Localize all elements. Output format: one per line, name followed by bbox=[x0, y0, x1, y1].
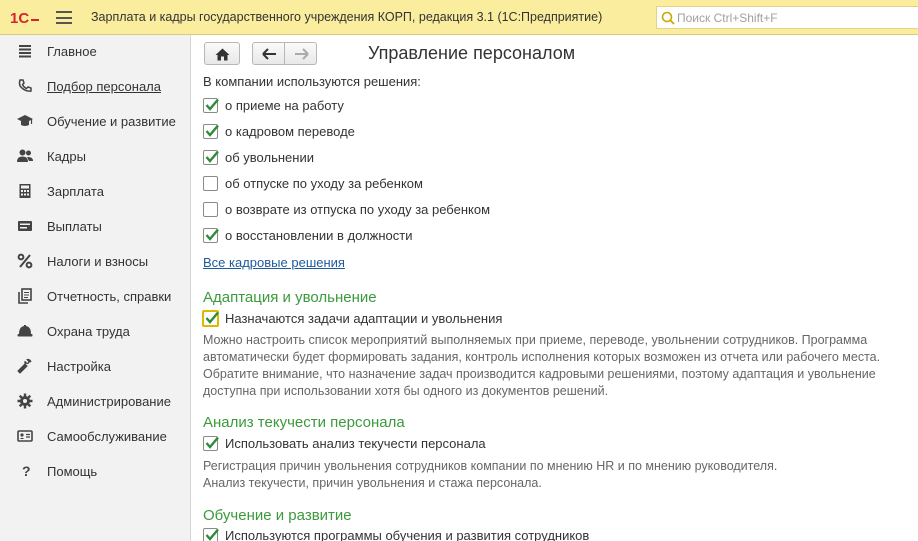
sidebar-item-recruitment[interactable]: Подбор персонала bbox=[0, 71, 190, 101]
checkbox-label: о приеме на работу bbox=[225, 98, 344, 113]
sidebar-item-main[interactable]: Главное bbox=[0, 36, 190, 66]
checkbox-label: о кадровом переводе bbox=[225, 124, 355, 139]
sidebar: Главное Подбор персонала Обучение и разв… bbox=[0, 35, 191, 541]
all-solutions-link[interactable]: Все кадровые решения bbox=[203, 255, 345, 270]
sidebar-item-label: Налоги и взносы bbox=[47, 254, 149, 269]
forward-button[interactable] bbox=[284, 42, 317, 65]
home-button[interactable] bbox=[204, 42, 240, 65]
people-icon bbox=[17, 149, 33, 162]
sidebar-item-administration[interactable]: Администрирование bbox=[0, 386, 190, 416]
checkmark-icon bbox=[205, 124, 219, 137]
gear-icon bbox=[17, 393, 33, 409]
sidebar-item-label: Настройка bbox=[47, 359, 111, 374]
checkbox-label: об увольнении bbox=[225, 150, 314, 165]
checkmark-icon bbox=[205, 436, 219, 449]
checkbox[interactable] bbox=[203, 436, 219, 451]
sidebar-item-reports[interactable]: Отчетность, справки bbox=[0, 281, 190, 311]
sidebar-item-label: Подбор персонала bbox=[47, 79, 161, 94]
sidebar-item-payments[interactable]: Выплаты bbox=[0, 211, 190, 241]
checkmark-icon bbox=[205, 98, 219, 111]
arrow-left-icon bbox=[262, 48, 276, 60]
title-bar: 1С Зарплата и кадры государственного учр… bbox=[0, 0, 918, 35]
search-box[interactable] bbox=[656, 6, 918, 29]
sidebar-item-label: Помощь bbox=[47, 464, 98, 479]
checkbox[interactable] bbox=[202, 310, 219, 327]
solutions-heading: В компании используются решения: bbox=[203, 74, 421, 89]
section-title-training: Обучение и развитие bbox=[203, 507, 352, 524]
checkbox[interactable] bbox=[203, 150, 219, 165]
checkbox[interactable] bbox=[203, 228, 219, 243]
sidebar-item-self-service[interactable]: Самообслуживание bbox=[0, 421, 190, 451]
search-icon bbox=[661, 11, 675, 25]
main-content: Управление персоналом В компании использ… bbox=[192, 35, 918, 541]
checkmark-icon bbox=[205, 311, 219, 324]
checkbox[interactable] bbox=[203, 202, 218, 217]
sidebar-item-label: Отчетность, справки bbox=[47, 289, 172, 304]
page-title: Управление персоналом bbox=[368, 43, 576, 63]
main-menu-icon[interactable] bbox=[56, 11, 72, 24]
svg-text:1С: 1С bbox=[10, 10, 29, 27]
arrow-right-icon bbox=[295, 48, 309, 60]
checkbox-label: об отпуске по уходу за ребенком bbox=[225, 176, 423, 191]
section-title-turnover: Анализ текучести персонала bbox=[203, 414, 405, 431]
sidebar-item-label: Охрана труда bbox=[47, 324, 130, 339]
note-line: автоматически будет формировать задания,… bbox=[203, 350, 881, 364]
checkmark-icon bbox=[205, 228, 219, 241]
note-line: Регистрация причин увольнения сотруднико… bbox=[203, 459, 778, 473]
sidebar-item-help[interactable]: ? Помощь bbox=[0, 456, 190, 486]
sidebar-item-hr[interactable]: Кадры bbox=[0, 141, 190, 171]
sidebar-item-labor-safety[interactable]: Охрана труда bbox=[0, 316, 190, 346]
graduation-cap-icon bbox=[17, 115, 33, 126]
search-input[interactable] bbox=[677, 9, 907, 26]
back-button[interactable] bbox=[252, 42, 285, 65]
checkbox[interactable] bbox=[203, 98, 219, 113]
question-icon: ? bbox=[22, 463, 31, 479]
sidebar-item-label: Кадры bbox=[47, 149, 86, 164]
sidebar-item-label: Зарплата bbox=[47, 184, 104, 199]
note-line: Анализ текучести, причин увольнения и ст… bbox=[203, 476, 542, 490]
checkbox[interactable] bbox=[203, 124, 219, 139]
note-line: доступна при использовании хотя бы одног… bbox=[203, 384, 609, 398]
section-title-adaptation: Адаптация и увольнение bbox=[203, 289, 377, 306]
note-line: Обратите внимание, что назначение задач … bbox=[203, 367, 876, 381]
checkbox-label: Назначаются задачи адаптации и увольнени… bbox=[225, 311, 503, 326]
checkmark-icon bbox=[205, 150, 219, 163]
sidebar-item-taxes[interactable]: Налоги и взносы bbox=[0, 246, 190, 276]
checkbox-label: о восстановлении в должности bbox=[225, 228, 413, 243]
menu-lines-icon bbox=[19, 45, 31, 58]
sidebar-item-training[interactable]: Обучение и развитие bbox=[0, 106, 190, 136]
sidebar-item-label: Главное bbox=[47, 44, 97, 59]
phone-icon bbox=[18, 79, 32, 92]
sidebar-item-label: Выплаты bbox=[47, 219, 102, 234]
sidebar-item-label: Самообслуживание bbox=[47, 429, 167, 444]
app-title: Зарплата и кадры государственного учрежд… bbox=[91, 10, 603, 24]
1c-logo-icon: 1С bbox=[10, 10, 39, 27]
svg-text:?: ? bbox=[22, 463, 31, 479]
documents-icon bbox=[18, 288, 32, 304]
checkbox[interactable] bbox=[203, 528, 219, 541]
id-card-icon bbox=[17, 430, 33, 442]
sidebar-item-settings[interactable]: Настройка bbox=[0, 351, 190, 381]
wrench-icon bbox=[17, 358, 32, 374]
sidebar-item-salary[interactable]: Зарплата bbox=[0, 176, 190, 206]
note-line: Можно настроить список мероприятий выпол… bbox=[203, 333, 868, 347]
adaptation-note: Можно настроить список мероприятий выпол… bbox=[203, 332, 880, 400]
checkbox-label: Использовать анализ текучести персонала bbox=[225, 436, 486, 451]
sidebar-item-label: Обучение и развитие bbox=[47, 114, 176, 129]
wallet-icon bbox=[18, 221, 32, 231]
helmet-icon bbox=[17, 325, 33, 337]
checkbox-label: Используются программы обучения и развит… bbox=[225, 528, 590, 541]
checkbox-label: о возврате из отпуска по уходу за ребенк… bbox=[225, 202, 491, 217]
checkmark-icon bbox=[205, 528, 219, 541]
checkbox[interactable] bbox=[203, 176, 218, 191]
sidebar-item-label: Администрирование bbox=[47, 394, 171, 409]
home-icon bbox=[215, 48, 230, 61]
calculator-icon bbox=[19, 184, 31, 198]
percent-icon bbox=[17, 253, 33, 269]
turnover-note: Регистрация причин увольнения сотруднико… bbox=[203, 458, 777, 492]
